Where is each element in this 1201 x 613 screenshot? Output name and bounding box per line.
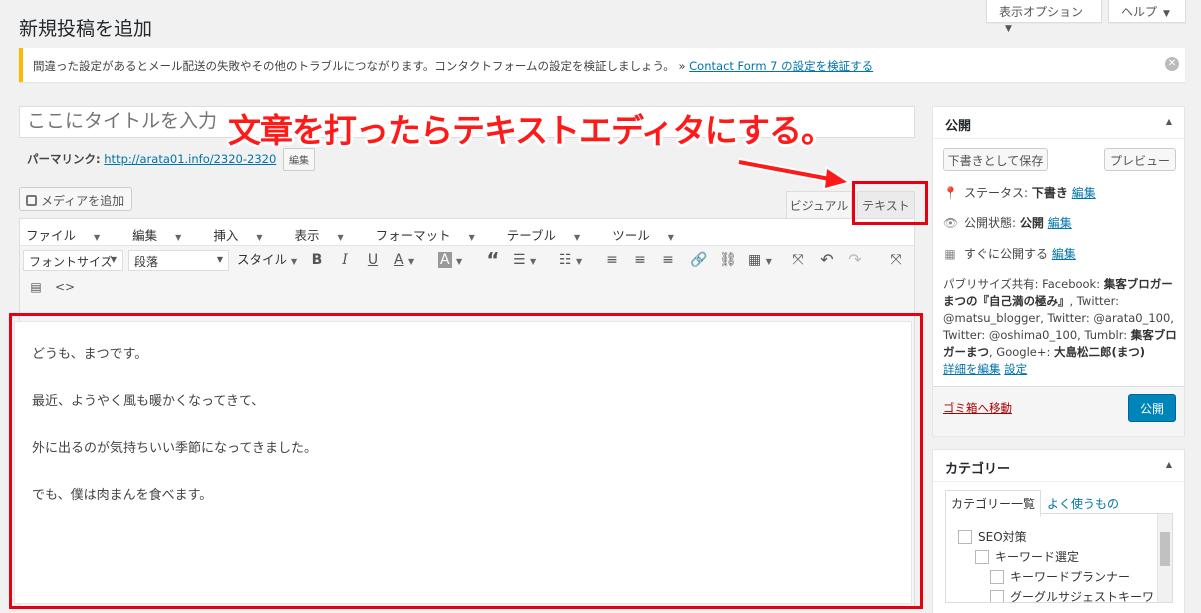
publish-button[interactable]: 公開 [1128,394,1176,422]
menu-edit[interactable]: 編集 ▼ [132,228,195,243]
tab-all-categories[interactable]: カテゴリー一覧 [945,490,1042,517]
scrollbar[interactable] [1157,514,1172,602]
text-tab-highlight-box [852,181,928,225]
notice-link[interactable]: Contact Form 7 の設定を検証する [689,59,873,73]
chevron-down-icon: ▼ [1005,24,1012,34]
category-item[interactable]: SEO対策 [958,528,1027,545]
menu-insert[interactable]: 挿入 ▼ [213,228,276,243]
checkbox[interactable] [958,530,972,544]
annotation-arrow-icon [738,158,852,190]
status-row: 📍 ステータス: 下書き 編集 [943,186,1096,200]
checkbox[interactable] [990,570,1004,584]
menu-tools[interactable]: ツール ▼ [612,228,688,243]
bold-icon[interactable]: B [309,251,325,269]
menu-table[interactable]: テーブル ▼ [507,228,594,243]
keyboard-icon[interactable]: ▤ [27,278,45,296]
help-button[interactable]: ヘルプ ▼ [1108,0,1186,23]
publish-box-header[interactable]: 公開 ▲ [933,107,1184,139]
schedule-edit-link[interactable]: 編集 [1052,247,1076,261]
italic-icon[interactable]: I [337,251,353,269]
menu-file[interactable]: ファイル ▼ [26,228,114,243]
media-icon [26,195,37,206]
visibility-edit-link[interactable]: 編集 [1048,216,1072,230]
menu-view[interactable]: 表示 ▼ [294,228,357,243]
align-right-icon[interactable]: ≡ [660,251,676,269]
checkbox[interactable] [975,550,989,564]
font-size-select[interactable]: フォントサイズ ▼ [23,250,123,271]
share-settings-link[interactable]: 設定 [1004,362,1027,376]
category-item[interactable]: キーワード選定 [975,548,1079,565]
visibility-row: 👁 公開状態: 公開 編集 [943,216,1072,230]
source-code-icon[interactable]: <> [55,278,75,296]
align-left-icon[interactable]: ≡ [604,251,620,269]
share-edit-details-link[interactable]: 詳細を編集 [943,362,1001,376]
link-icon[interactable]: 🔗 [690,251,708,269]
category-item[interactable]: キーワードプランナー [990,568,1130,585]
publish-box: 公開 ▲ 下書きとして保存 プレビュー 📍 ステータス: 下書き 編集 👁 公開状態… [932,106,1185,436]
categories-box-header[interactable]: カテゴリー ▲ [933,450,1184,482]
menu-format[interactable]: フォーマット ▼ [376,228,489,243]
table-icon[interactable]: ▦ ▼ [748,251,780,271]
chevron-down-icon: ▼ [1163,9,1170,19]
annotation-text: 文章を打ったらテキストエディタにする。 [228,111,834,150]
chevron-up-icon[interactable]: ▲ [1166,117,1172,126]
categories-box: カテゴリー ▲ カテゴリー一覧 よく使うもの SEO対策 キーワード選定 キーワー… [932,449,1185,613]
status-edit-link[interactable]: 編集 [1072,186,1096,200]
editor-menubar: ファイル ▼ 編集 ▼ 挿入 ▼ 表示 ▼ フォーマット ▼ テーブル ▼ ツール ▼ [20,219,914,246]
underline-icon[interactable]: U [365,251,381,269]
calendar-icon: ▦ [944,247,956,261]
add-media-button[interactable]: メディアを追加 [19,187,133,211]
distraction-free-icon[interactable]: ⤧ [887,251,905,269]
scrollbar-thumb[interactable] [1160,532,1170,566]
align-center-icon[interactable]: ≡ [632,251,648,269]
tab-visual[interactable]: ビジュアル [786,191,852,218]
numbered-list-icon[interactable]: ☷ ▼ [559,251,593,271]
category-item[interactable]: グーグルサジェストキーワ [990,588,1154,602]
category-list: SEO対策 キーワード選定 キーワードプランナー グーグルサジェストキーワ [945,513,1173,603]
unlink-icon[interactable]: ⛓ [719,251,737,269]
permalink-url[interactable]: http://arata01.info/2320-2320 [104,152,276,166]
chevron-up-icon[interactable]: ▲ [1166,460,1172,469]
pin-icon: 📍 [943,186,958,200]
preview-button[interactable]: プレビュー [1104,148,1176,171]
redo-icon[interactable]: ↷ [846,251,864,269]
paragraph-select[interactable]: 段落 ▼ [128,250,229,271]
bullet-list-icon[interactable]: ☰ ▼ [513,251,547,271]
screen-options-button[interactable]: 表示オプション▼ [986,0,1102,34]
permalink-label: パーマリンク: [27,152,101,166]
checkbox[interactable] [990,590,1004,602]
blockquote-icon[interactable]: “ [484,250,502,270]
save-draft-button[interactable]: 下書きとして保存 [943,148,1048,171]
trash-link[interactable]: ゴミ箱へ移動 [943,400,1012,416]
undo-icon[interactable]: ↶ [818,251,836,269]
content-highlight-box [9,313,923,609]
page-title: 新規投稿を追加 [19,18,153,40]
publicize-share: パブリサイズ共有: Facebook: 集客ブロガーまつの『自己満の極み』, T… [943,277,1177,376]
background-color-icon[interactable]: A ▼ [438,251,470,271]
schedule-row: ▦ すぐに公開する 編集 [944,247,1076,261]
admin-notice: 間違った設定があるとメール配送の失敗やその他のトラブルにつながります。コンタクト… [19,48,1185,82]
style-dropdown[interactable]: スタイル ▼ [237,251,297,271]
text-color-icon[interactable]: A ▼ [394,251,424,271]
fullscreen-icon[interactable]: ⤧ [789,251,807,269]
eye-icon: 👁 [943,216,959,230]
close-icon[interactable]: ✕ [1165,57,1179,71]
notice-text: 間違った設定があるとメール配送の失敗やその他のトラブルにつながります。コンタクト… [33,59,690,73]
